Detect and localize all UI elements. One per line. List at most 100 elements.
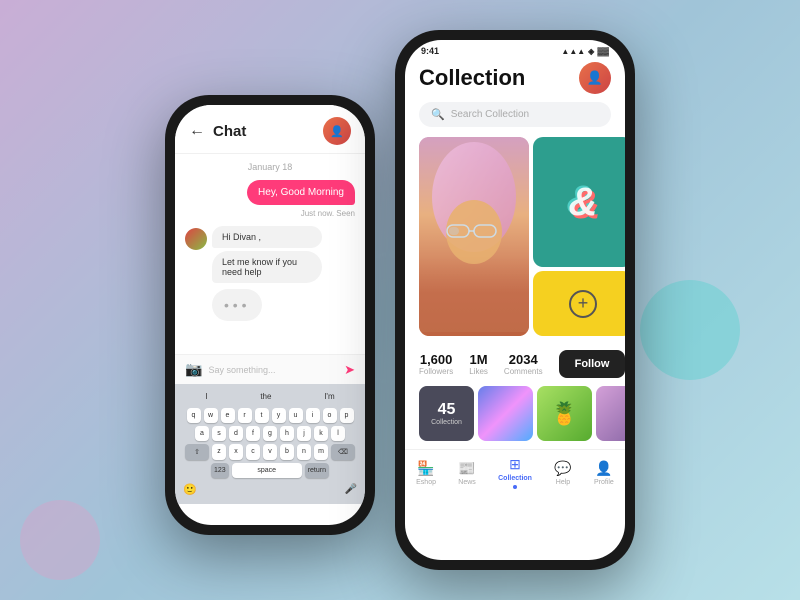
backspace-key[interactable]: ⌫ [331,444,355,460]
key-j[interactable]: j [297,426,311,441]
collection-count-thumb[interactable]: 45 Collection [419,386,474,441]
nav-eshop[interactable]: 🏪 Eshop [416,460,436,486]
help-icon: 💬 [554,460,571,477]
key-y[interactable]: y [272,408,286,423]
nav-news[interactable]: 📰 News [458,460,476,486]
key-c[interactable]: c [246,444,260,460]
key-o[interactable]: o [323,408,337,423]
recv-bubble-2: Let me know if you need help [212,251,322,283]
eshop-label: Eshop [416,479,436,486]
wifi-icon: ◈ [588,47,594,56]
key-q[interactable]: q [187,408,201,423]
key-r[interactable]: r [238,408,252,423]
thumb-purple[interactable] [596,386,625,441]
add-button[interactable]: + [569,290,597,318]
collection-nav-label: Collection [498,475,532,482]
send-icon[interactable]: ➤ [344,362,355,378]
key-p[interactable]: p [340,408,354,423]
collection-count: 45 [438,401,456,419]
message-input[interactable]: Say something... [208,365,338,375]
suggestion-1[interactable]: I [199,390,213,403]
sent-message: Hey, Good Morning [185,180,355,205]
search-bar[interactable]: 🔍 Search Collection [419,102,611,127]
grid-main-image[interactable] [419,137,529,336]
grid-ampersand[interactable]: & [533,137,625,267]
battery-icon: ▓▓ [597,47,609,56]
keyboard-row-4: 123 space return [179,463,361,478]
key-e[interactable]: e [221,408,235,423]
chat-input-bar: 📷 Say something... ➤ [175,354,365,384]
stats-row: 1,600 Followers 1M Likes 2034 Comments F… [405,346,625,386]
nav-profile[interactable]: 👤 Profile [594,460,614,486]
sent-bubble: Hey, Good Morning [247,180,355,205]
key-u[interactable]: u [289,408,303,423]
keyboard-bottom: 🙂 🎤 [179,481,361,498]
received-bubbles: Hi Divan , Let me know if you need help [212,226,322,283]
thumb-pineapple[interactable]: 🍍 [537,386,592,441]
camera-icon[interactable]: 📷 [185,361,202,378]
nav-help[interactable]: 💬 Help [554,460,571,486]
seen-label: Just now. Seen [185,209,355,218]
key-g[interactable]: g [263,426,277,441]
status-bar: 9:41 ▲▲▲ ◈ ▓▓ [405,40,625,58]
key-z[interactable]: z [212,444,226,460]
key-x[interactable]: x [229,444,243,460]
suggestion-3[interactable]: I'm [318,390,340,403]
collection-avatar[interactable]: 👤 [579,62,611,94]
likes-value: 1M [469,352,488,367]
followers-label: Followers [419,367,453,376]
grid-add[interactable]: + [533,271,625,336]
chat-date: January 18 [185,162,355,172]
follow-button[interactable]: Follow [559,350,625,378]
space-key[interactable]: space [232,463,302,478]
thumb-gradient[interactable] [478,386,533,441]
status-time: 9:41 [421,46,439,56]
key-b[interactable]: b [280,444,294,460]
key-l[interactable]: l [331,426,345,441]
suggestion-2[interactable]: the [254,390,277,403]
key-f[interactable]: f [246,426,260,441]
chat-title: Chat [213,123,323,140]
chat-phone: ← Chat 👤 January 18 Hey, Good Morning Ju… [165,95,375,535]
keyboard-row-3: ⇧ z x c v b n m ⌫ [179,444,361,460]
collection-icon: ⊞ [509,456,521,473]
mic-key[interactable]: 🎤 [345,484,357,495]
key-k[interactable]: k [314,426,328,441]
profile-label: Profile [594,479,614,486]
collection-screen: 9:41 ▲▲▲ ◈ ▓▓ Collection 👤 🔍 Search Coll… [405,40,625,560]
bg-shape-teal [640,280,740,380]
comments-value: 2034 [504,352,543,367]
key-t[interactable]: t [255,408,269,423]
key-s[interactable]: s [212,426,226,441]
shift-key[interactable]: ⇧ [185,444,209,460]
chat-messages: January 18 Hey, Good Morning Just now. S… [175,154,365,354]
bg-shape-pink [20,500,100,580]
key-i[interactable]: i [306,408,320,423]
num-key[interactable]: 123 [211,463,229,478]
key-w[interactable]: w [204,408,218,423]
avatar[interactable]: 👤 [323,117,351,145]
emoji-key[interactable]: 🙂 [183,483,197,496]
collection-grid: & + [419,137,611,336]
key-v[interactable]: v [263,444,277,460]
return-key[interactable]: return [305,463,329,478]
search-placeholder: Search Collection [451,109,529,120]
nav-collection[interactable]: ⊞ Collection [498,456,532,489]
key-d[interactable]: d [229,426,243,441]
likes-stat: 1M Likes [469,352,488,376]
active-indicator [513,485,517,489]
search-icon: 🔍 [431,108,445,121]
keyboard-row-2: a s d f g h j k l [179,426,361,441]
bottom-nav: 🏪 Eshop 📰 News ⊞ Collection 💬 Help 👤 Pro… [405,449,625,497]
received-message-group: Hi Divan , Let me know if you need help [185,226,355,283]
key-a[interactable]: a [195,426,209,441]
key-m[interactable]: m [314,444,328,460]
ampersand-text: & [569,180,598,225]
key-h[interactable]: h [280,426,294,441]
chat-screen: ← Chat 👤 January 18 Hey, Good Morning Ju… [175,105,365,525]
back-arrow-icon[interactable]: ← [189,122,205,140]
help-label: Help [556,479,570,486]
girl-photo [419,137,529,336]
keyboard-row-1: q w e r t y u i o p [179,408,361,423]
key-n[interactable]: n [297,444,311,460]
